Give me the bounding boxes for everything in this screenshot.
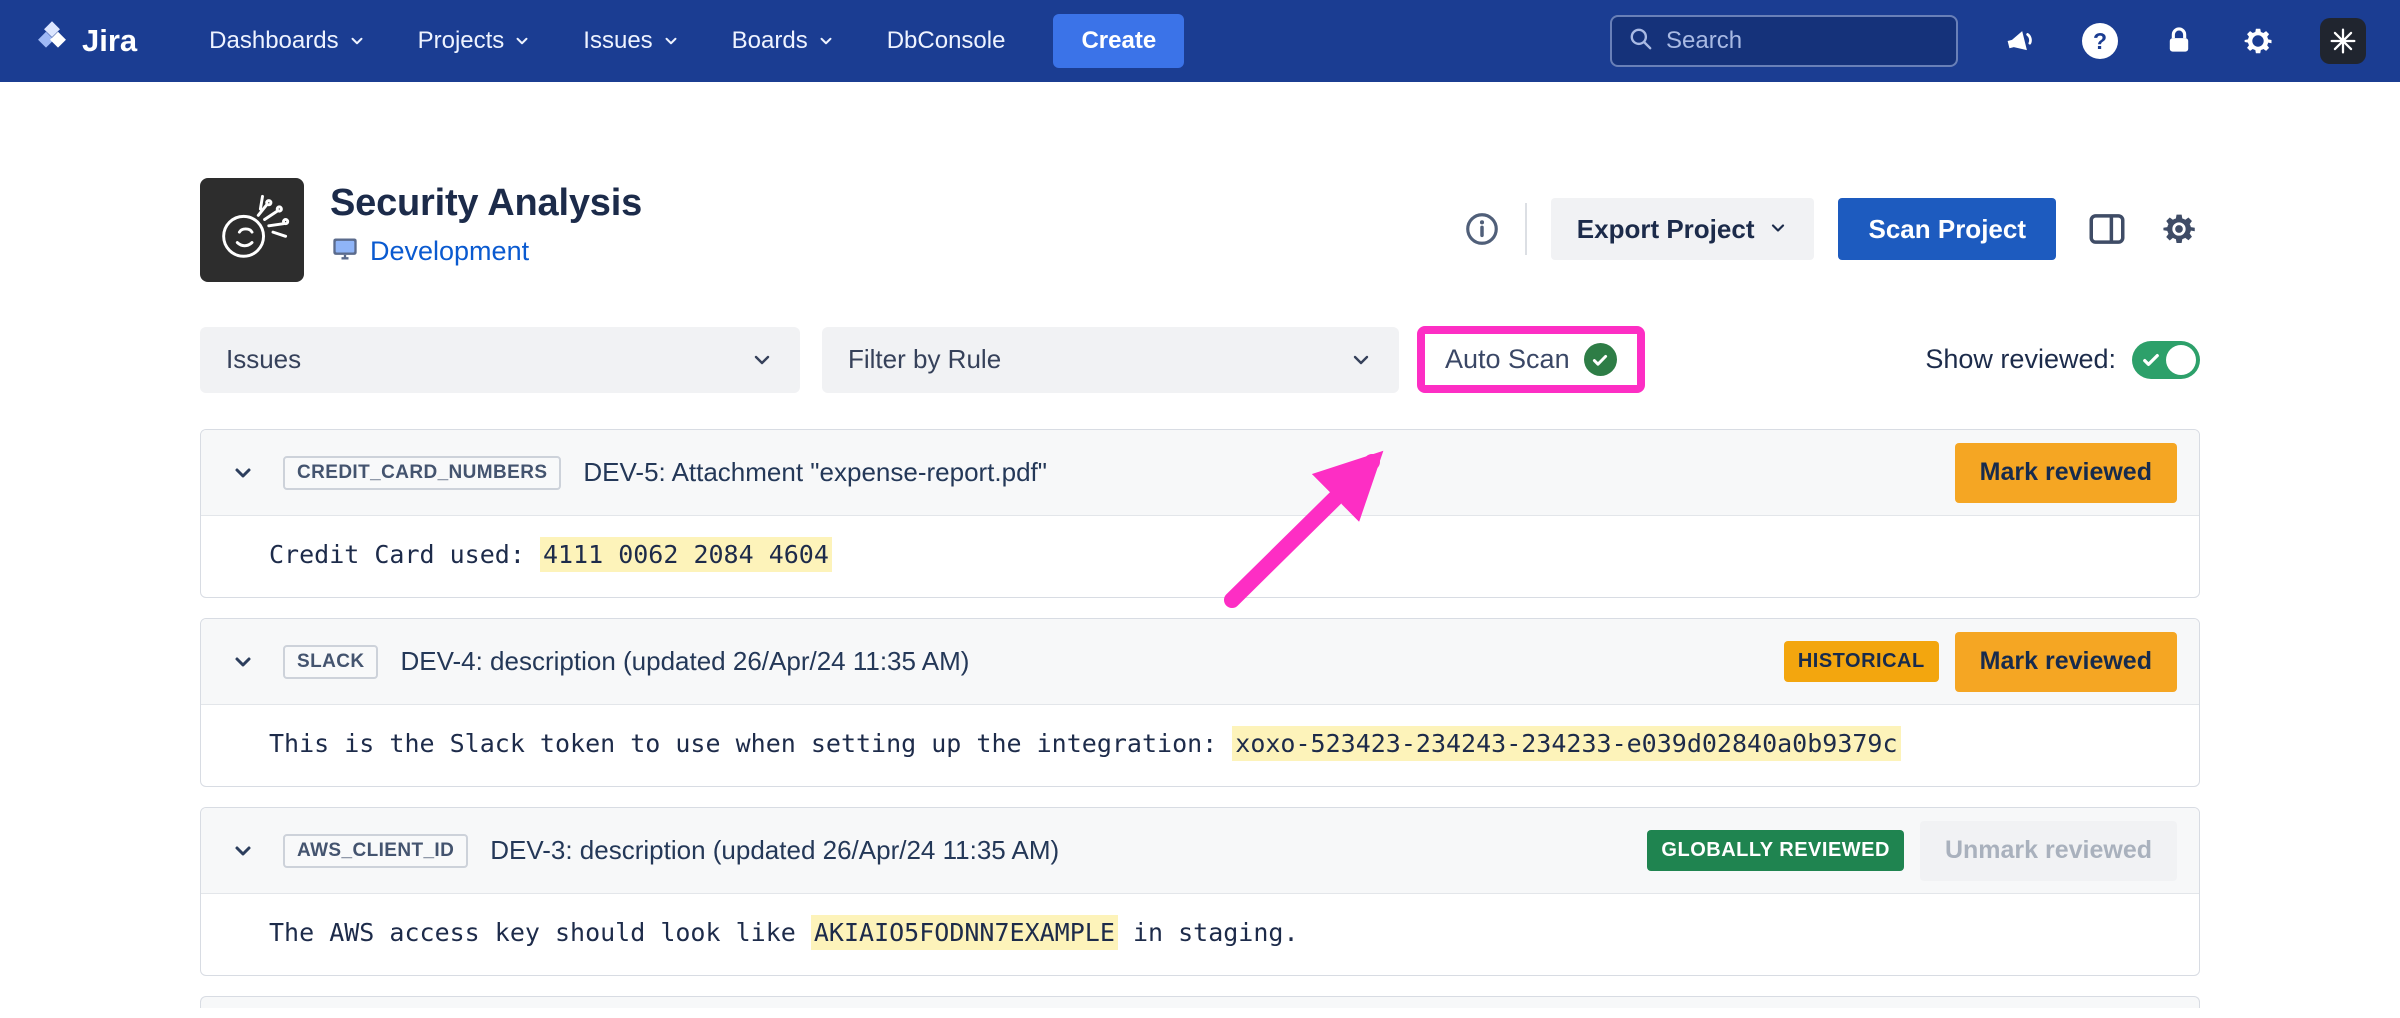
finding-snippet: Credit Card used: 4111 0062 2084 4604 <box>201 516 2199 597</box>
rule-badge: AWS_CLIENT_ID <box>283 834 468 868</box>
filter-by-rule-select[interactable]: Filter by Rule <box>822 327 1399 393</box>
nav-dbconsole[interactable]: DbConsole <box>887 27 1006 55</box>
header-actions: Export Project Scan Project <box>1463 198 2200 260</box>
global-search[interactable] <box>1610 15 1958 67</box>
finding-card-header: CREDIT_CARD_NUMBERS DEV-5: Attachment "e… <box>201 430 2199 516</box>
snippet-text: in staging. <box>1118 918 1299 947</box>
auto-scan-label: Auto Scan <box>1445 344 1570 375</box>
settings-gear-icon[interactable] <box>2158 208 2200 250</box>
app-window: Jira Dashboards Projects Issues Boards D… <box>0 0 2400 1018</box>
jira-brand[interactable]: Jira <box>34 19 137 63</box>
snippet-text: This is the Slack token to use when sett… <box>269 729 1232 758</box>
findings-list: CREDIT_CARD_NUMBERS DEV-5: Attachment "e… <box>200 429 2200 1008</box>
chevron-down-icon <box>513 32 531 50</box>
show-reviewed-toggle[interactable] <box>2132 341 2200 379</box>
details-panel-icon[interactable] <box>2086 208 2128 250</box>
finding-card: SLACK DEV-4: description (updated 26/Apr… <box>200 618 2200 787</box>
main-nav: Dashboards Projects Issues Boards DbCons… <box>209 27 1005 55</box>
toggle-knob <box>2166 345 2196 375</box>
finding-card: AWS_CLIENT_ID DEV-3: description (update… <box>200 807 2200 976</box>
project-type-icon <box>330 235 360 268</box>
check-icon <box>2141 350 2161 370</box>
chevron-down-icon <box>817 32 835 50</box>
chevron-down-icon <box>1768 214 1788 245</box>
scan-project-button[interactable]: Scan Project <box>1838 198 2056 260</box>
card-actions: GLOBALLY REVIEWED Unmark reviewed <box>1647 821 2177 881</box>
nav-issues[interactable]: Issues <box>583 27 679 55</box>
finding-title: DEV-4: description (updated 26/Apr/24 11… <box>400 646 969 677</box>
project-title-block: Security Analysis Development <box>330 178 642 268</box>
mark-reviewed-button[interactable]: Mark reviewed <box>1955 443 2177 503</box>
create-button[interactable]: Create <box>1053 14 1184 68</box>
lock-icon[interactable] <box>2162 24 2196 58</box>
finding-title: DEV-5: Attachment "expense-report.pdf" <box>583 457 1047 488</box>
auto-scan-checked-icon[interactable] <box>1584 343 1617 376</box>
annotation-highlight-box: Auto Scan <box>1417 326 1645 393</box>
show-reviewed-label: Show reviewed: <box>1925 344 2116 375</box>
page-title: Security Analysis <box>330 182 642 225</box>
collapse-chevron-icon[interactable] <box>231 839 255 863</box>
mark-reviewed-button[interactable]: Mark reviewed <box>1955 632 2177 692</box>
sensitive-highlight: 4111 0062 2084 4604 <box>540 537 832 572</box>
snippet-text: Credit Card used: <box>269 540 540 569</box>
top-navbar: Jira Dashboards Projects Issues Boards D… <box>0 0 2400 82</box>
card-actions: Mark reviewed <box>1955 443 2177 503</box>
sensitive-highlight: xoxo-523423-234243-234233-e039d02840a0b9… <box>1232 726 1900 761</box>
card-actions: HISTORICAL Mark reviewed <box>1784 632 2177 692</box>
jira-logo-icon <box>34 19 70 63</box>
navbar-icon-group: ? <box>2002 18 2366 64</box>
chevron-down-icon <box>750 348 774 372</box>
help-icon[interactable]: ? <box>2082 23 2118 59</box>
historical-badge: HISTORICAL <box>1784 641 1939 682</box>
user-avatar[interactable] <box>2320 18 2366 64</box>
sensitive-highlight: AKIAIO5FODNN7EXAMPLE <box>811 915 1118 950</box>
snippet-text: The AWS access key should look like <box>269 918 811 947</box>
search-input[interactable] <box>1666 27 1940 55</box>
announcement-icon[interactable] <box>2002 23 2038 59</box>
nav-projects[interactable]: Projects <box>418 27 532 55</box>
project-breadcrumb: Development <box>330 235 642 268</box>
issues-select[interactable]: Issues <box>200 327 800 393</box>
collapse-chevron-icon[interactable] <box>231 461 255 485</box>
nav-boards[interactable]: Boards <box>732 27 835 55</box>
chevron-down-icon <box>1349 348 1373 372</box>
gear-icon[interactable] <box>2240 23 2276 59</box>
search-icon <box>1628 26 1654 57</box>
export-project-button[interactable]: Export Project <box>1551 198 1815 260</box>
rule-badge: SLACK <box>283 645 378 679</box>
globally-reviewed-badge: GLOBALLY REVIEWED <box>1647 830 1904 871</box>
project-header: Security Analysis Development <box>200 178 2200 282</box>
filter-row: Issues Filter by Rule Auto Scan Show rev… <box>200 326 2200 393</box>
project-link[interactable]: Development <box>370 236 529 267</box>
project-avatar <box>200 178 304 282</box>
collapse-chevron-icon[interactable] <box>231 650 255 674</box>
chevron-down-icon <box>662 32 680 50</box>
main-content: Security Analysis Development <box>0 178 2400 1008</box>
show-reviewed-control: Show reviewed: <box>1925 341 2200 379</box>
unmark-reviewed-button[interactable]: Unmark reviewed <box>1920 821 2177 881</box>
finding-card-header: SLACK DEV-4: description (updated 26/Apr… <box>201 619 2199 705</box>
nav-dashboards[interactable]: Dashboards <box>209 27 365 55</box>
finding-title: DEV-3: description (updated 26/Apr/24 11… <box>490 835 1059 866</box>
rule-badge: CREDIT_CARD_NUMBERS <box>283 456 561 490</box>
brand-label: Jira <box>82 23 137 59</box>
finding-card: CREDIT_CARD_NUMBERS DEV-5: Attachment "e… <box>200 429 2200 598</box>
finding-card-header: AWS_CLIENT_ID DEV-3: description (update… <box>201 808 2199 894</box>
info-icon[interactable] <box>1463 210 1501 248</box>
next-card-partial <box>200 996 2200 1008</box>
divider <box>1525 203 1527 255</box>
finding-snippet: The AWS access key should look like AKIA… <box>201 894 2199 975</box>
chevron-down-icon <box>348 32 366 50</box>
finding-snippet: This is the Slack token to use when sett… <box>201 705 2199 786</box>
